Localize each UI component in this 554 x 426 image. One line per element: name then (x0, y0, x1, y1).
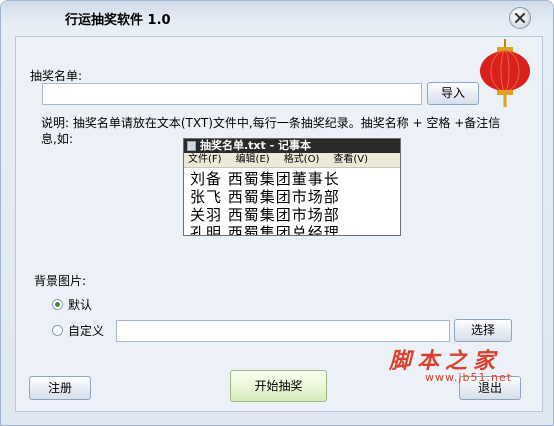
radio-default[interactable] (52, 299, 63, 310)
lantern-icon (480, 39, 530, 107)
notepad-menu-edit: 编辑(E) (235, 154, 270, 165)
background-label: 背景图片: (34, 274, 87, 288)
notepad-title-bar: 抽奖名单.txt - 记事本 (184, 139, 400, 153)
notepad-line: 张飞 西蜀集团市场部 (190, 188, 340, 206)
start-draw-button[interactable]: 开始抽奖 (230, 370, 327, 402)
notepad-body: 刘备 西蜀集团董事长 张飞 西蜀集团市场部 关羽 西蜀集团市场部 孔明 西蜀集团… (184, 168, 400, 236)
close-button[interactable] (509, 7, 531, 29)
register-button[interactable]: 注册 (29, 376, 91, 400)
notepad-example-image: 抽奖名单.txt - 记事本 文件(F) 编辑(E) 格式(O) 查看(V) 刘… (183, 138, 401, 236)
notepad-menu-format: 格式(O) (283, 154, 320, 165)
notepad-menu: 文件(F) 编辑(E) 格式(O) 查看(V) (184, 153, 400, 168)
watermark: 脚本之家 www.jb51.net (389, 343, 511, 384)
list-label: 抽奖名单: (30, 69, 83, 83)
notepad-line: 刘备 西蜀集团董事长 (190, 170, 340, 188)
radio-custom-label: 自定义 (68, 324, 105, 338)
radio-custom[interactable] (52, 325, 63, 336)
custom-background-input[interactable] (116, 320, 450, 342)
notepad-line: 孔明 西蜀集团总经理 (190, 224, 340, 236)
watermark-url: www.jb51.net (425, 371, 513, 384)
notepad-icon (187, 141, 196, 151)
select-button[interactable]: 选择 (454, 319, 512, 342)
notepad-title: 抽奖名单.txt - 记事本 (200, 139, 312, 152)
notepad-line: 关羽 西蜀集团市场部 (190, 206, 340, 224)
import-button[interactable]: 导入 (427, 82, 479, 105)
notepad-menu-file: 文件(F) (188, 154, 222, 165)
list-path-input[interactable] (42, 83, 422, 105)
radio-default-label: 默认 (68, 298, 93, 312)
window-title: 行运抽奖软件 1.0 (65, 13, 171, 28)
close-icon (515, 13, 525, 23)
title-bar: 行运抽奖软件 1.0 (1, 1, 553, 33)
notepad-menu-view: 查看(V) (333, 154, 369, 165)
app-window: 行运抽奖软件 1.0 抽奖名单: 导入 说明: 抽奖名单请放在文本(TXT)文件… (0, 0, 554, 426)
